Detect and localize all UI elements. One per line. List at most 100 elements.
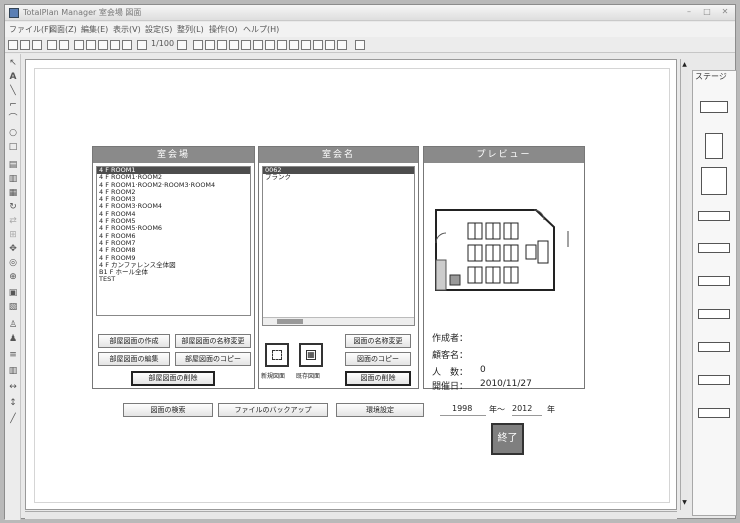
shape8-icon[interactable] xyxy=(301,40,311,50)
rename-drawing-button[interactable]: 図面の名称変更 xyxy=(345,334,411,348)
copy-drawing-button[interactable]: 図面のコピー xyxy=(345,352,411,366)
drawing-list-item[interactable]: ブランク xyxy=(263,173,414,181)
move-tool-icon[interactable]: ✥ xyxy=(8,244,18,254)
book-icon[interactable] xyxy=(355,40,365,50)
new-icon[interactable] xyxy=(8,40,18,50)
stage-shape[interactable] xyxy=(698,276,730,286)
stage-shape[interactable] xyxy=(698,243,730,253)
measure-icon[interactable] xyxy=(98,40,108,50)
menu-file[interactable]: ファイル(F) xyxy=(9,24,52,35)
delete-room-drawing-button[interactable]: 部屋図面の削除 xyxy=(131,371,215,386)
file-backup-button[interactable]: ファイルのバックアップ xyxy=(218,403,328,417)
stairs-tool-icon[interactable]: ▥ xyxy=(8,366,18,376)
scroll-thumb[interactable] xyxy=(277,319,303,324)
stage-shape[interactable] xyxy=(698,211,730,221)
text-tool-icon[interactable]: A xyxy=(8,72,18,82)
measure-h-tool-icon[interactable]: ↔ xyxy=(8,382,18,392)
person2-tool-icon[interactable]: ♟ xyxy=(8,334,18,344)
table2-tool-icon[interactable]: ▥ xyxy=(8,174,18,184)
preferences-button[interactable]: 環境設定 xyxy=(336,403,424,417)
circle-tool-icon[interactable]: ○ xyxy=(8,128,18,138)
chair-icon[interactable] xyxy=(193,40,203,50)
stage-shape[interactable] xyxy=(698,309,730,319)
room-list-item[interactable]: TEST xyxy=(97,276,250,284)
stage-shape[interactable] xyxy=(698,375,730,385)
layout-icon[interactable] xyxy=(177,40,187,50)
drawing-canvas[interactable]: 室会場 4 F ROOM1 4 F ROOM1·ROOM2 4 F ROOM1·RO… xyxy=(25,59,677,510)
horizontal-scrollbar[interactable] xyxy=(25,511,677,519)
menu-drawing[interactable]: 図面(Z) xyxy=(49,24,77,35)
delete-drawing-button[interactable]: 図面の削除 xyxy=(345,371,411,386)
scroll-down-icon[interactable]: ▼ xyxy=(681,499,688,507)
table-icon[interactable] xyxy=(86,40,96,50)
stage-shape[interactable] xyxy=(698,342,730,352)
stage-shape[interactable] xyxy=(705,133,723,159)
drawing-list[interactable]: 0062 ブランク xyxy=(262,166,415,326)
stage-shape[interactable] xyxy=(700,101,728,113)
menu-view[interactable]: 表示(V) xyxy=(113,24,141,35)
person-tool-icon[interactable]: ♙ xyxy=(8,320,18,330)
minimize-button[interactable]: – xyxy=(681,7,697,18)
shape2-icon[interactable] xyxy=(229,40,239,50)
year-to-field[interactable]: 2012 xyxy=(512,402,542,416)
menu-operation[interactable]: 操作(O) xyxy=(209,24,238,35)
polyline-tool-icon[interactable]: ⌐ xyxy=(8,100,18,110)
menu-edit[interactable]: 編集(E) xyxy=(81,24,108,35)
pen-tool-icon[interactable]: ╱ xyxy=(8,414,18,424)
arc-tool-icon[interactable]: ⌒ xyxy=(8,114,18,124)
menu-help[interactable]: ヘルプ(H) xyxy=(243,24,279,35)
rotate-tool-icon[interactable]: ↻ xyxy=(8,202,18,212)
scroll-up-icon[interactable]: ▲ xyxy=(681,61,688,69)
close-button[interactable]: ✕ xyxy=(717,7,733,18)
stage-shape[interactable] xyxy=(698,408,730,418)
select-arrow-icon[interactable]: ↖ xyxy=(8,58,18,68)
move-icon[interactable] xyxy=(137,40,147,50)
menu-settings[interactable]: 設定(S) xyxy=(145,24,172,35)
zoom-out-icon[interactable] xyxy=(122,40,132,50)
shape3-icon[interactable] xyxy=(241,40,251,50)
maximize-button[interactable]: □ xyxy=(699,7,715,18)
drawing-list-hscrollbar[interactable] xyxy=(263,317,414,325)
stage-tool-icon[interactable]: ▣ xyxy=(8,288,18,298)
table-tool-icon[interactable]: ▤ xyxy=(8,160,18,170)
search-drawing-button[interactable]: 図面の検索 xyxy=(123,403,213,417)
room-list-item[interactable]: B1 F ホール全体 xyxy=(97,268,250,276)
chair2-icon[interactable] xyxy=(205,40,215,50)
stage-shape[interactable] xyxy=(701,167,727,195)
exit-button[interactable]: 終了 xyxy=(491,423,524,455)
shape-icon[interactable] xyxy=(217,40,227,50)
save-icon[interactable] xyxy=(20,40,30,50)
rename-room-drawing-button[interactable]: 部屋図面の名称変更 xyxy=(175,334,251,348)
line-tool-icon[interactable]: ╲ xyxy=(8,86,18,96)
create-room-drawing-button[interactable]: 部屋図面の作成 xyxy=(98,334,170,348)
existing-drawing-icon[interactable]: ▦ xyxy=(299,343,323,367)
grid-icon[interactable] xyxy=(74,40,84,50)
copy-icon[interactable] xyxy=(47,40,57,50)
shape10-icon[interactable] xyxy=(325,40,335,50)
shape5-icon[interactable] xyxy=(265,40,275,50)
print-icon[interactable] xyxy=(59,40,69,50)
zoom-in-icon[interactable] xyxy=(110,40,120,50)
shape11-icon[interactable] xyxy=(337,40,347,50)
cycle-tool-icon[interactable]: ◎ xyxy=(8,258,18,268)
room-list[interactable]: 4 F ROOM1 4 F ROOM1·ROOM2 4 F ROOM1·ROOM2·… xyxy=(96,166,251,316)
mirror-tool-icon[interactable]: ⇄ xyxy=(8,216,18,226)
undo-icon[interactable] xyxy=(32,40,42,50)
new-drawing-icon[interactable] xyxy=(265,343,289,367)
shape6-icon[interactable] xyxy=(277,40,287,50)
dimension-tool-icon[interactable]: ⊕ xyxy=(8,272,18,282)
image-tool-icon[interactable]: ▧ xyxy=(8,302,18,312)
shape7-icon[interactable] xyxy=(289,40,299,50)
vertical-scrollbar[interactable]: ▲ ▼ xyxy=(680,59,688,510)
shape9-icon[interactable] xyxy=(313,40,323,50)
measure-v-tool-icon[interactable]: ↕ xyxy=(8,398,18,408)
zoom-level[interactable]: 1/100 xyxy=(151,39,174,48)
group-tool-icon[interactable]: ⊞ xyxy=(8,230,18,240)
shape4-icon[interactable] xyxy=(253,40,263,50)
copy-room-drawing-button[interactable]: 部屋図面のコピー xyxy=(175,352,251,366)
menu-align[interactable]: 整列(L) xyxy=(177,24,204,35)
chair-tool-icon[interactable]: ▦ xyxy=(8,188,18,198)
rectangle-tool-icon[interactable]: □ xyxy=(8,142,18,152)
edit-room-drawing-button[interactable]: 部屋図面の編集 xyxy=(98,352,170,366)
layer-tool-icon[interactable]: ≡ xyxy=(8,350,18,360)
